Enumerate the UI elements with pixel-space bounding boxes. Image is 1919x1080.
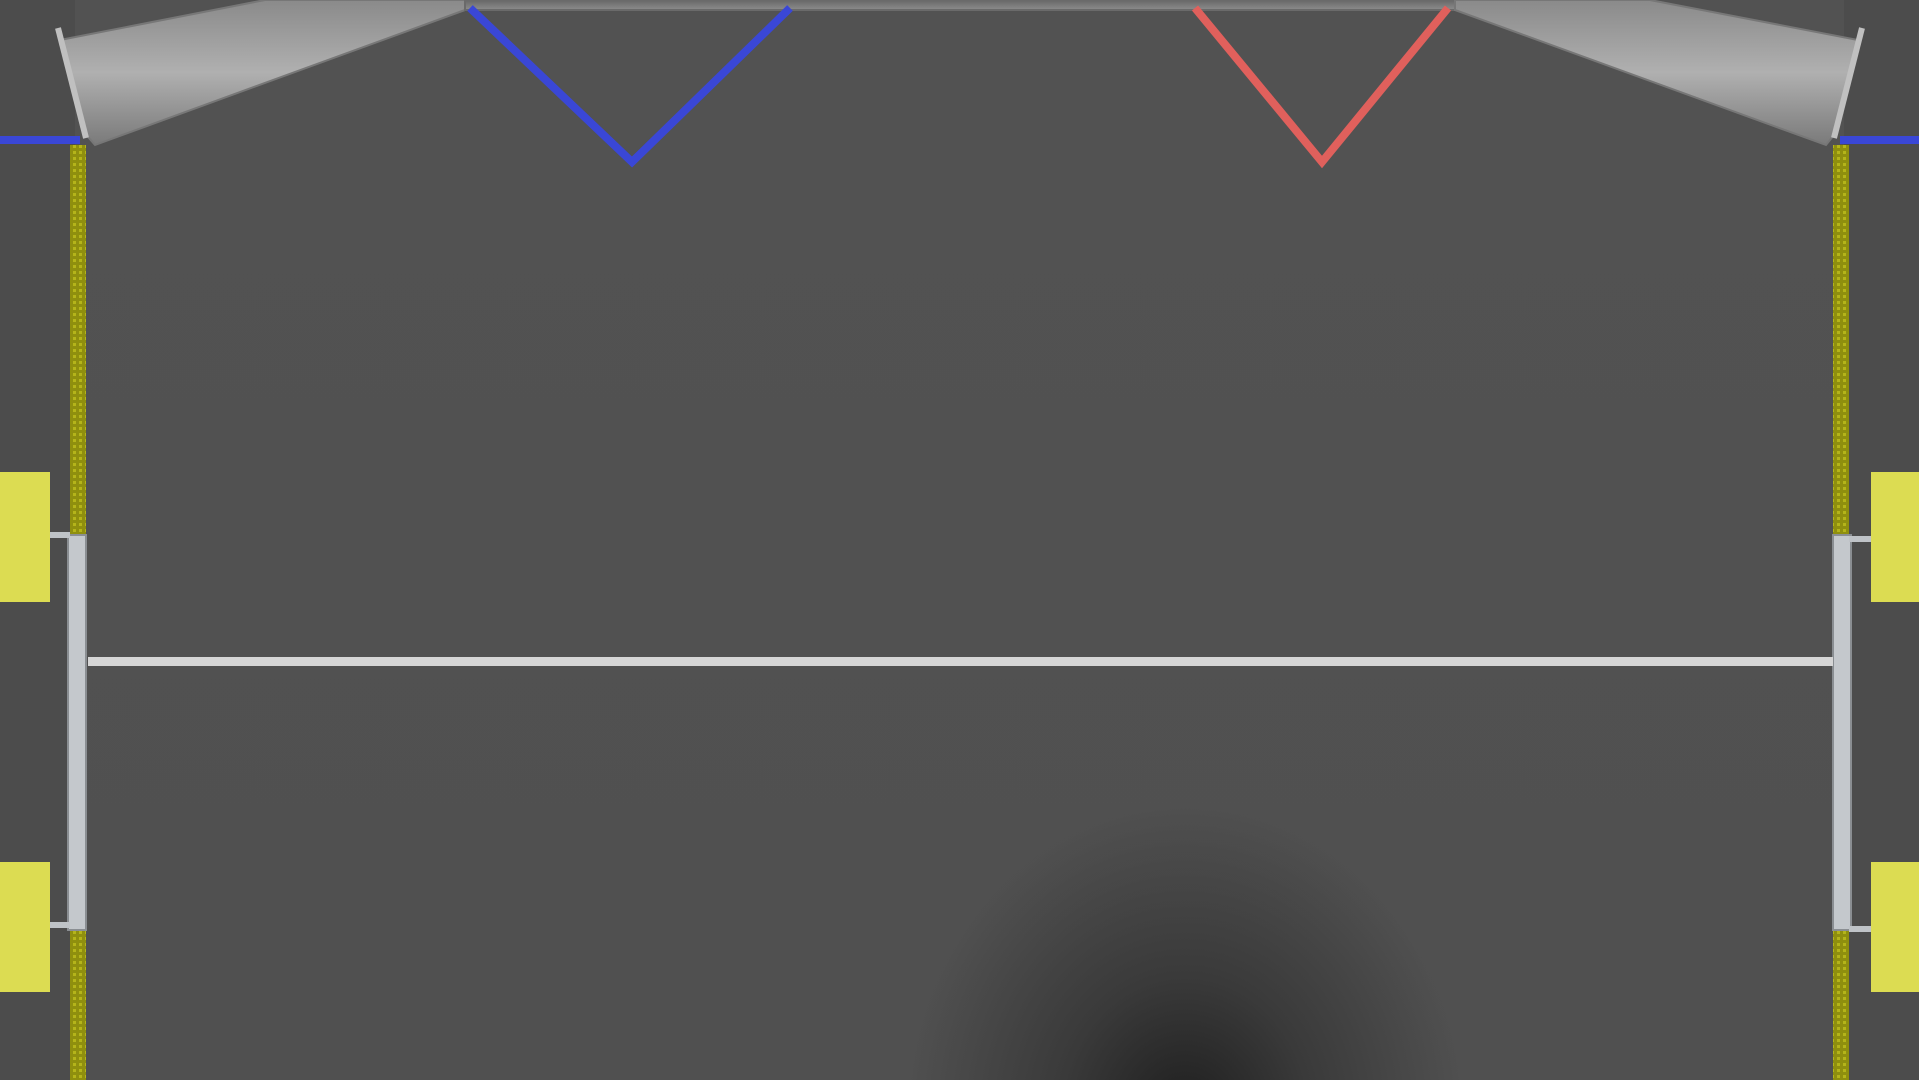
- left-yellow-marker-upper: [0, 472, 50, 602]
- right-side-rail: [1832, 534, 1852, 931]
- top-center-wall: [464, 0, 1456, 11]
- left-side-rail: [67, 534, 87, 931]
- right-yellow-marker-upper: [1871, 472, 1919, 602]
- left-diagonal-wall: [58, 0, 466, 147]
- left-yellow-marker-lower: [0, 862, 50, 992]
- right-yellow-marker-lower: [1871, 862, 1919, 992]
- red-v-tape: [1191, 5, 1452, 169]
- field-drawing: [0, 0, 1919, 1080]
- blue-v-tape: [467, 5, 793, 168]
- right-diagonal-wall: [1454, 0, 1860, 147]
- game-field: [0, 0, 1919, 1080]
- center-line: [88, 657, 1833, 666]
